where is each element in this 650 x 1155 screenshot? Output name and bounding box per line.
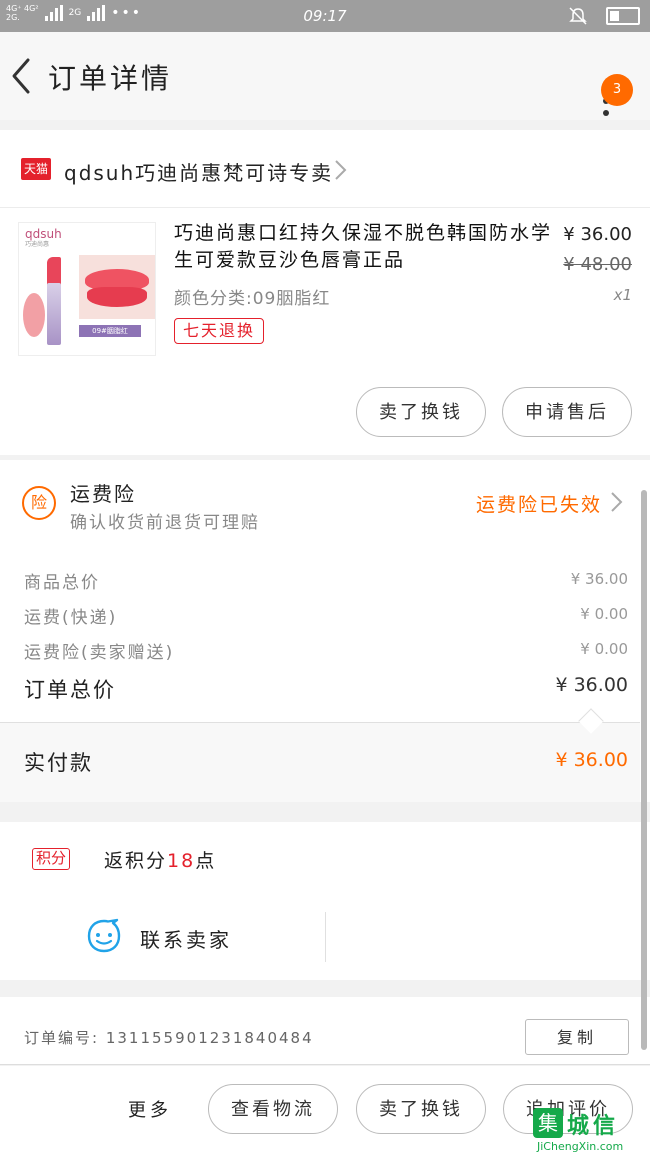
product-image[interactable]: qdsuh 巧迪尚惠 09#胭脂红 (18, 222, 156, 356)
paid-section: 实付款 ¥ 36.00 (0, 723, 640, 802)
insurance-subtitle: 确认收货前退货可理赔 (70, 513, 260, 533)
order-number-value: 1311559012318404​84 (105, 1029, 314, 1047)
goods-total-label: 商品总价 (24, 573, 100, 593)
shipping-label: 运费(快递) (24, 608, 118, 628)
goods-total-value: ¥ 36.00 (570, 570, 628, 588)
app-header: 订单详情 3 (0, 32, 650, 120)
chevron-right-icon (335, 160, 347, 180)
product-title[interactable]: 巧迪尚惠口红持久保湿不脱色韩国防水学生可爱款豆沙色唇膏正品 (174, 220, 554, 274)
tmall-icon: 天猫 (21, 158, 51, 180)
more-link[interactable]: 更多 (128, 1096, 172, 1122)
watermark-en: JiChengXin.com (537, 1140, 624, 1153)
chevron-right-icon (611, 492, 623, 512)
divider (0, 722, 640, 723)
battery-icon (606, 7, 640, 25)
status-bar: 4G⁺ 4G² 2G. 2G ••• 09:17 (0, 0, 650, 32)
insurance-status[interactable]: 运费险已失效 (476, 490, 602, 517)
message-badge[interactable]: 3 (601, 74, 633, 106)
shop-header[interactable]: 天猫 qdsuh巧迪尚惠梵可诗专卖 (0, 130, 650, 208)
paid-value: ¥ 36.00 (555, 749, 628, 771)
after-sale-button[interactable]: 申请售后 (502, 387, 632, 437)
divider (325, 912, 326, 962)
insurance-fee-value: ¥ 0.00 (580, 640, 628, 658)
lipstick-tip-graphic (47, 257, 61, 285)
points-count: 18 (167, 850, 196, 872)
order-number-card: 订单编号: 1311559012318404​84 复制 (0, 997, 650, 1065)
lipstick-body-graphic (47, 283, 61, 345)
insurance-fee-label: 运费险(卖家赠送) (24, 643, 175, 663)
watermark-cn: 城信 (567, 1114, 620, 1139)
points-suffix: 点 (195, 850, 217, 872)
copy-button[interactable]: 复制 (525, 1019, 629, 1055)
shipping-value: ¥ 0.00 (580, 605, 628, 623)
watermark-box: 集 (533, 1108, 563, 1138)
order-number-row: 订单编号: 1311559012318404​84 (24, 1027, 314, 1048)
points-text: 返积分18点 (104, 846, 216, 873)
paid-label: 实付款 (24, 751, 93, 775)
resell-button[interactable]: 卖了换钱 (356, 387, 486, 437)
contact-seller-label: 联系卖家 (140, 928, 232, 952)
order-summary: 险 运费险 确认收货前退货可理赔 运费险已失效 商品总价 ¥ 36.00 运费(… (0, 460, 650, 802)
mute-icon (569, 7, 587, 25)
lips-graphic (79, 255, 155, 319)
view-logistics-button[interactable]: 查看物流 (208, 1084, 338, 1134)
order-total-label: 订单总价 (24, 678, 116, 702)
insurance-title: 运费险 (70, 482, 136, 506)
order-number-label: 订单编号: (24, 1029, 100, 1047)
chat-icon (87, 918, 121, 953)
product-spec: 颜色分类:09胭脂红 (174, 289, 331, 309)
points-prefix: 返积分 (104, 850, 168, 872)
shop-card: 天猫 qdsuh巧迪尚惠梵可诗专卖 qdsuh 巧迪尚惠 09#胭脂红 巧迪尚惠… (0, 130, 650, 455)
resell-bottom-button[interactable]: 卖了换钱 (356, 1084, 486, 1134)
points-contact-card: 积分 返积分18点 联系卖家 (0, 822, 650, 980)
shade-tag: 09#胭脂红 (79, 325, 141, 337)
back-icon[interactable] (6, 54, 36, 98)
product-original-price: ¥ 48.00 (563, 254, 632, 275)
shop-name[interactable]: qdsuh巧迪尚惠梵可诗专卖 (64, 157, 333, 186)
scrollbar[interactable] (641, 490, 647, 1050)
product-price: ¥ 36.00 (563, 224, 632, 245)
swatch-graphic (23, 293, 45, 337)
product-image-brand-sub: 巧迪尚惠 (25, 241, 50, 248)
points-badge: 积分 (32, 848, 71, 870)
page-title: 订单详情 (48, 62, 173, 95)
product-quantity: x1 (613, 286, 632, 304)
insurance-icon: 险 (22, 486, 56, 520)
watermark-logo: 集 城信 JiChengXin.com (533, 1102, 647, 1153)
return-policy-badge: 七天退换 (174, 318, 265, 344)
status-right (568, 6, 640, 26)
order-total-value: ¥ 36.00 (555, 674, 628, 696)
clock: 09:17 (303, 7, 347, 25)
